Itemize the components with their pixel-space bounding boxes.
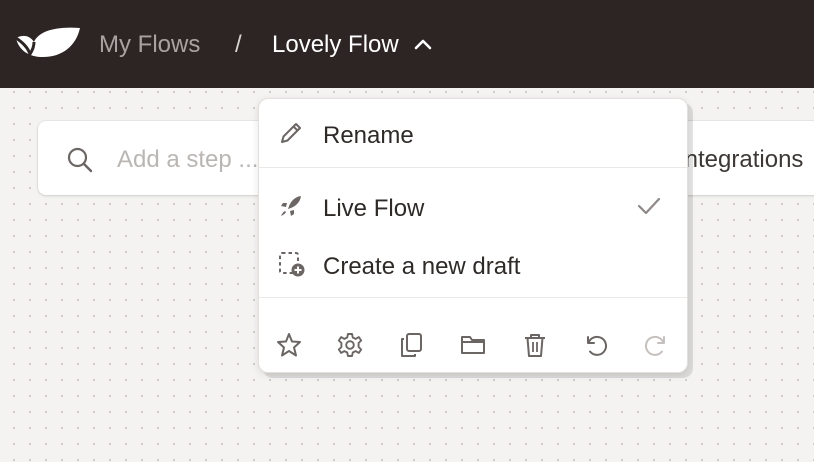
rename-menu-item[interactable]: Rename	[259, 105, 687, 161]
move-to-folder-button[interactable]	[455, 317, 491, 373]
breadcrumb-my-flows[interactable]: My Flows	[99, 31, 200, 59]
integrations-link[interactable]: Integrations	[678, 146, 803, 174]
favorite-button[interactable]	[271, 317, 307, 373]
star-icon	[277, 333, 301, 357]
app-logo-icon[interactable]	[14, 24, 82, 60]
chevron-up-icon	[414, 39, 432, 50]
pencil-icon	[281, 123, 301, 143]
create-draft-menu-item[interactable]: Create a new draft	[259, 236, 687, 292]
flow-name: Lovely Flow	[272, 31, 399, 58]
rocket-icon	[281, 196, 301, 216]
live-flow-label: Live Flow	[323, 195, 425, 222]
gear-icon	[337, 333, 363, 357]
flow-actions-toolbar	[259, 317, 687, 373]
create-draft-label: Create a new draft	[323, 253, 521, 280]
top-navigation-bar: My Flows / Lovely Flow	[0, 0, 814, 88]
menu-divider	[259, 167, 687, 168]
rename-label: Rename	[323, 122, 414, 149]
new-draft-icon	[279, 252, 305, 277]
search-icon	[67, 147, 93, 173]
redo-icon	[645, 335, 665, 356]
folder-icon	[461, 336, 485, 354]
duplicate-button[interactable]	[393, 317, 429, 373]
settings-button[interactable]	[332, 317, 368, 373]
undo-button[interactable]	[577, 317, 613, 373]
flow-name-dropdown[interactable]: Lovely Flow	[272, 31, 433, 59]
checkmark-icon	[637, 197, 661, 215]
redo-button[interactable]	[639, 317, 675, 373]
live-flow-menu-item[interactable]: Live Flow	[259, 178, 687, 234]
trash-icon	[525, 334, 545, 357]
add-step-placeholder[interactable]: Add a step ...	[117, 146, 258, 174]
delete-button[interactable]	[517, 317, 553, 373]
copy-icon	[401, 333, 422, 357]
breadcrumb-separator: /	[235, 31, 242, 58]
undo-icon	[587, 335, 607, 356]
flow-options-menu: Rename Live Flow Create a new draft	[258, 98, 688, 373]
menu-divider	[259, 297, 687, 298]
